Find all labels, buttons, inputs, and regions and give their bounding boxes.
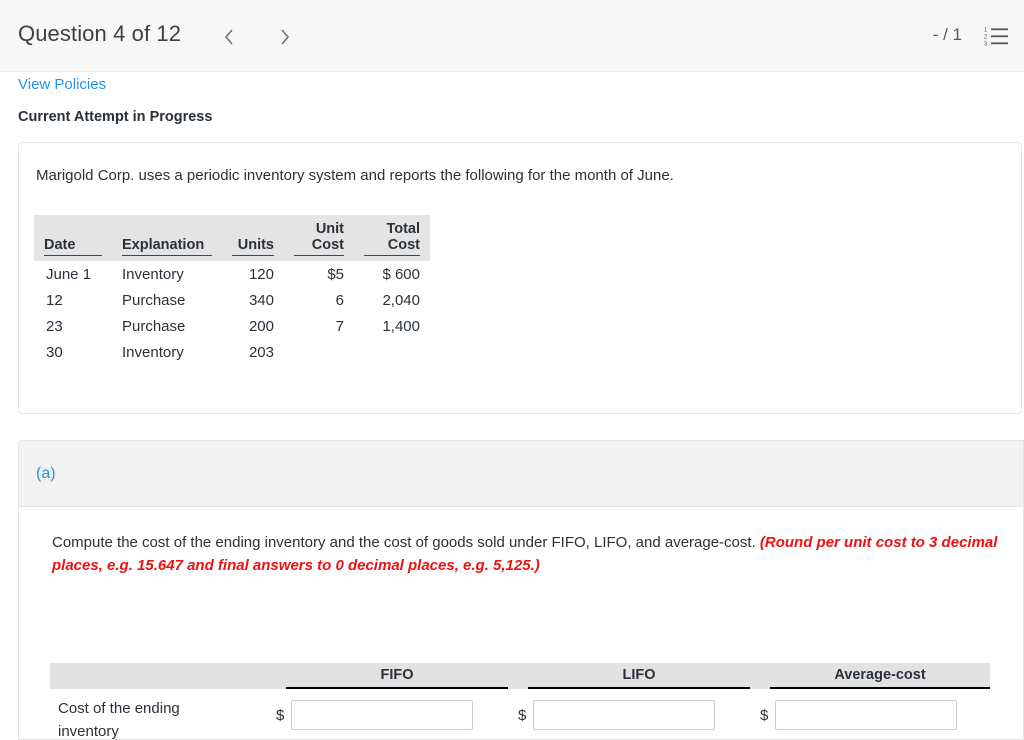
cell-date: 12: [46, 292, 63, 309]
part-a-header: (a): [19, 441, 1023, 507]
problem-prompt: Marigold Corp. uses a periodic inventory…: [36, 167, 674, 184]
cell-total-cost: 2,040: [382, 292, 420, 309]
answer-table-header-row: FIFO LIFO Average-cost: [50, 663, 990, 689]
currency-symbol: $: [518, 706, 527, 724]
answer-column-header-blank: [50, 663, 282, 689]
question-list-button[interactable]: 1 2 3: [984, 24, 1010, 48]
svg-text:3: 3: [984, 42, 988, 48]
cell-unit-cost: $5: [327, 266, 344, 283]
cell-date: 30: [46, 344, 63, 361]
score-indicator: - / 1: [932, 25, 962, 44]
table-row: 23 Purchase 200 7 1,400: [34, 313, 430, 339]
svg-text:2: 2: [984, 35, 988, 41]
part-a-label: (a): [36, 465, 56, 482]
cell-units: 200: [248, 318, 274, 335]
inventory-table: Date Explanation Units Unit Cost Total C…: [34, 215, 430, 365]
currency-symbol: $: [760, 706, 769, 724]
cell-date: June 1: [46, 266, 92, 283]
column-header-unit-cost: Unit Cost: [284, 215, 354, 261]
chevron-right-icon: [279, 28, 291, 46]
previous-question-button[interactable]: [214, 22, 244, 52]
inventory-table-header-row: Date Explanation Units Unit Cost Total C…: [34, 215, 430, 261]
cell-explanation: Inventory: [122, 344, 184, 361]
part-a-card: (a) Compute the cost of the ending inven…: [18, 440, 1024, 740]
cell-explanation: Inventory: [122, 266, 184, 283]
page-title: Question 4 of 12: [18, 21, 182, 46]
answer-row-label: Cost of the ending inventory: [58, 700, 180, 740]
next-question-button[interactable]: [270, 22, 300, 52]
attempt-status-text: Current Attempt in Progress: [18, 109, 213, 125]
cell-units: 120: [248, 266, 274, 283]
instruction-main-text: Compute the cost of the ending inventory…: [52, 534, 760, 551]
cell-units: 203: [248, 344, 274, 361]
column-header-total-cost: Total Cost: [354, 215, 430, 261]
table-row: 30 Inventory 203: [34, 339, 430, 365]
column-header-explanation: Explanation: [112, 215, 222, 261]
table-row: June 1 Inventory 120 $5 $ 600: [34, 261, 430, 287]
cell-total-cost: [354, 339, 430, 365]
currency-symbol: $: [276, 706, 285, 724]
cell-unit-cost: 6: [335, 292, 344, 309]
problem-statement-card: Marigold Corp. uses a periodic inventory…: [18, 142, 1022, 414]
table-row: 12 Purchase 340 6 2,040: [34, 287, 430, 313]
answer-row-ending-inventory: Cost of the ending inventory $ $ $: [50, 689, 990, 740]
numbered-list-icon: 1 2 3: [984, 28, 1010, 52]
cell-explanation: Purchase: [122, 292, 186, 309]
cell-total-cost: 1,400: [382, 318, 420, 335]
cell-explanation: Purchase: [122, 318, 186, 335]
cell-unit-cost: [284, 339, 354, 365]
svg-text:1: 1: [984, 28, 988, 34]
column-header-date: Date: [34, 215, 112, 261]
view-policies-link[interactable]: View Policies: [18, 76, 106, 93]
column-header-units: Units: [222, 215, 284, 261]
chevron-left-icon: [223, 28, 235, 46]
cell-units: 340: [248, 292, 274, 309]
answer-column-header-lifo: LIFO: [528, 663, 750, 689]
answer-table: FIFO LIFO Average-cost Cost of the endin…: [50, 663, 990, 740]
question-header-bar: Question 4 of 12 - / 1 1 2 3: [0, 0, 1024, 72]
answer-column-header-fifo: FIFO: [286, 663, 508, 689]
part-a-instruction: Compute the cost of the ending inventory…: [52, 531, 1002, 577]
answer-column-header-average-cost: Average-cost: [770, 663, 990, 689]
cell-date: 23: [46, 318, 63, 335]
cell-unit-cost: 7: [335, 318, 344, 335]
cell-total-cost: $ 600: [382, 266, 420, 283]
